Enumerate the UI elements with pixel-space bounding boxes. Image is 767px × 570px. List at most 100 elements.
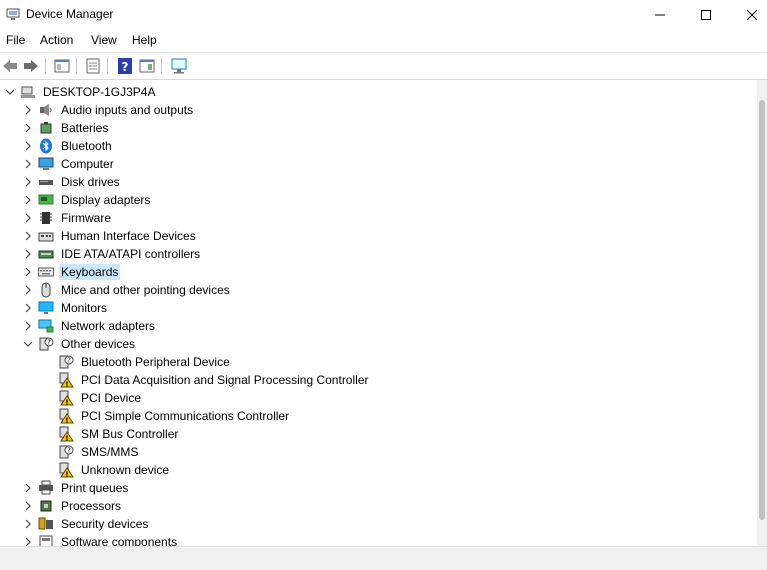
chevron-down-icon[interactable] (20, 335, 36, 353)
chevron-right-icon[interactable] (20, 155, 36, 173)
tree-device-label: PCI Data Acquisition and Signal Processi… (81, 373, 369, 387)
tree-category[interactable]: Batteries (20, 119, 110, 137)
tree-category[interactable]: Network adapters (20, 317, 157, 335)
maximize-button[interactable] (683, 0, 729, 30)
menu-file[interactable]: File (6, 33, 25, 47)
tree-device[interactable]: ! PCI Simple Communications Controller (58, 407, 291, 425)
tree-category[interactable]: ? Other devices (20, 335, 137, 353)
menu-view[interactable]: View (91, 33, 117, 47)
tree-category[interactable]: Mice and other pointing devices (20, 281, 232, 299)
toolbar: ? (0, 53, 767, 80)
svg-text:!: ! (65, 471, 68, 479)
svg-text:?: ? (67, 357, 71, 365)
security-key-icon (38, 516, 54, 532)
tree-category[interactable]: Human Interface Devices (20, 227, 198, 245)
tree-category[interactable]: IDE ATA/ATAPI controllers (20, 245, 202, 263)
chevron-right-icon[interactable] (20, 299, 36, 317)
tree-category[interactable]: Print queues (20, 479, 130, 497)
tree-category[interactable]: Software components (20, 533, 179, 546)
chevron-right-icon[interactable] (20, 515, 36, 533)
monitor-icon (38, 300, 54, 316)
chevron-right-icon[interactable] (20, 227, 36, 245)
battery-icon (38, 120, 54, 136)
tree-category[interactable]: Processors (20, 497, 123, 515)
device-manager-icon (6, 8, 20, 20)
menu-action[interactable]: Action (40, 33, 73, 47)
menu-help[interactable]: Help (132, 33, 157, 47)
close-icon (747, 10, 757, 20)
chevron-right-icon[interactable] (20, 317, 36, 335)
tree-device-label: PCI Simple Communications Controller (81, 409, 290, 423)
unknown-device-icon: ? (58, 444, 74, 460)
tree-device[interactable]: ! PCI Data Acquisition and Signal Process… (58, 371, 370, 389)
chevron-down-icon[interactable] (2, 83, 18, 101)
chevron-right-icon[interactable] (20, 245, 36, 263)
chevron-right-icon[interactable] (20, 101, 36, 119)
show-hide-console-tree-icon[interactable] (53, 57, 71, 75)
toolbar-separator (161, 58, 162, 74)
chevron-right-icon[interactable] (20, 533, 36, 546)
tree-category[interactable]: Audio inputs and outputs (20, 101, 195, 119)
chevron-right-icon[interactable] (20, 173, 36, 191)
tree-category-label: Network adapters (61, 319, 156, 333)
vertical-scrollbar[interactable] (757, 80, 767, 546)
tree-device[interactable]: ? SMS/MMS (58, 443, 140, 461)
forward-arrow-icon[interactable] (22, 57, 40, 75)
ide-controller-icon (38, 246, 54, 262)
properties-icon[interactable] (84, 57, 102, 75)
tree-root[interactable]: DESKTOP-1GJ3P4A (2, 83, 158, 101)
tree-root-label: DESKTOP-1GJ3P4A (43, 85, 156, 99)
scan-hardware-changes-icon[interactable] (170, 57, 188, 75)
toolbar-separator (76, 58, 77, 74)
tree-category-label: IDE ATA/ATAPI controllers (61, 247, 201, 261)
tree-device[interactable]: ! SM Bus Controller (58, 425, 180, 443)
computer-icon (38, 156, 54, 172)
svg-text:!: ! (65, 435, 68, 443)
hid-icon (38, 228, 54, 244)
tree-category-label: Security devices (61, 517, 149, 531)
processor-icon (38, 498, 54, 514)
tree-category[interactable]: Disk drives (20, 173, 122, 191)
tree-device-label: Bluetooth Peripheral Device (81, 355, 230, 369)
tree-category[interactable]: Firmware (20, 209, 113, 227)
chevron-right-icon[interactable] (20, 191, 36, 209)
tree-category[interactable]: Monitors (20, 299, 109, 317)
tree-category-label: Other devices (61, 337, 136, 351)
tree-device-label: SM Bus Controller (81, 427, 179, 441)
chevron-right-icon[interactable] (20, 119, 36, 137)
svg-text:!: ! (65, 381, 68, 389)
back-arrow-icon[interactable] (1, 57, 19, 75)
chip-icon (38, 210, 54, 226)
computer-root-icon (21, 86, 35, 98)
chevron-right-icon[interactable] (20, 209, 36, 227)
action-pane-icon[interactable] (138, 57, 156, 75)
minimize-button[interactable] (637, 0, 683, 30)
chevron-right-icon[interactable] (20, 263, 36, 281)
tree-category-label: Software components (61, 535, 178, 546)
warning-device-icon: ! (58, 462, 74, 479)
tree-category[interactable]: Computer (20, 155, 116, 173)
warning-device-icon: ! (58, 390, 74, 407)
tree-category[interactable]: Display adapters (20, 191, 152, 209)
chevron-right-icon[interactable] (20, 479, 36, 497)
svg-text:?: ? (47, 339, 51, 347)
tree-device[interactable]: ! PCI Device (58, 389, 143, 407)
chevron-right-icon[interactable] (20, 497, 36, 515)
tree-device[interactable]: ? Bluetooth Peripheral Device (58, 353, 232, 371)
speaker-icon (38, 102, 54, 118)
help-icon[interactable]: ? (116, 57, 134, 75)
tree-device[interactable]: ! Unknown device (58, 461, 171, 479)
tree-category[interactable]: Security devices (20, 515, 150, 533)
tree-category[interactable]: Keyboards (20, 263, 121, 281)
maximize-icon (701, 10, 711, 20)
tree-category[interactable]: Bluetooth (20, 137, 114, 155)
chevron-right-icon[interactable] (20, 281, 36, 299)
keyboard-icon (38, 264, 54, 280)
svg-text:!: ! (65, 399, 68, 407)
warning-device-icon: ! (58, 408, 74, 425)
tree-category-label: Print queues (61, 481, 129, 495)
scrollbar-thumb[interactable] (759, 100, 765, 520)
close-button[interactable] (729, 0, 767, 30)
svg-text:?: ? (67, 447, 71, 455)
chevron-right-icon[interactable] (20, 137, 36, 155)
